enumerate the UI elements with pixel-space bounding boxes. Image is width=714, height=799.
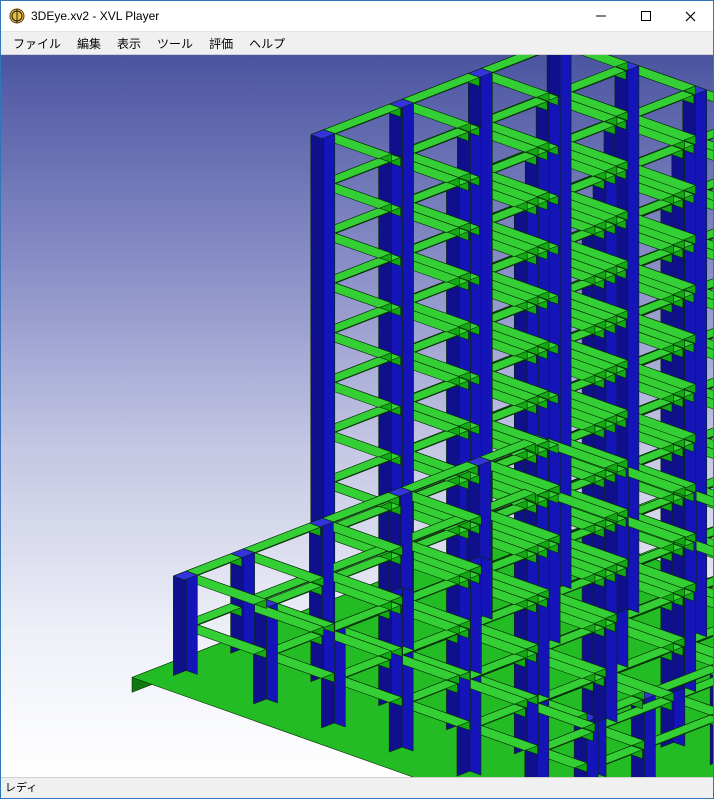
menu-bar: ファイル 編集 表示 ツール 評価 ヘルプ bbox=[1, 32, 713, 55]
model-scene bbox=[1, 55, 713, 777]
status-text: レディ bbox=[5, 782, 37, 794]
menu-edit[interactable]: 編集 bbox=[69, 33, 109, 54]
window-controls bbox=[578, 1, 713, 31]
window-title: 3DEye.xv2 - XVL Player bbox=[31, 9, 578, 23]
app-window: 3DEye.xv2 - XVL Player ファイル 編集 表示 ツール 評価… bbox=[0, 0, 714, 799]
maximize-button[interactable] bbox=[623, 1, 668, 31]
minimize-button[interactable] bbox=[578, 1, 623, 31]
menu-view[interactable]: 表示 bbox=[109, 33, 149, 54]
title-bar: 3DEye.xv2 - XVL Player bbox=[1, 1, 713, 32]
close-button[interactable] bbox=[668, 1, 713, 31]
menu-tool[interactable]: ツール bbox=[149, 33, 201, 54]
menu-file[interactable]: ファイル bbox=[5, 33, 69, 54]
viewport-3d[interactable] bbox=[1, 55, 713, 777]
menu-help[interactable]: ヘルプ bbox=[241, 33, 293, 54]
status-bar: レディ bbox=[1, 777, 713, 798]
app-icon bbox=[9, 8, 25, 24]
menu-review[interactable]: 評価 bbox=[201, 33, 241, 54]
